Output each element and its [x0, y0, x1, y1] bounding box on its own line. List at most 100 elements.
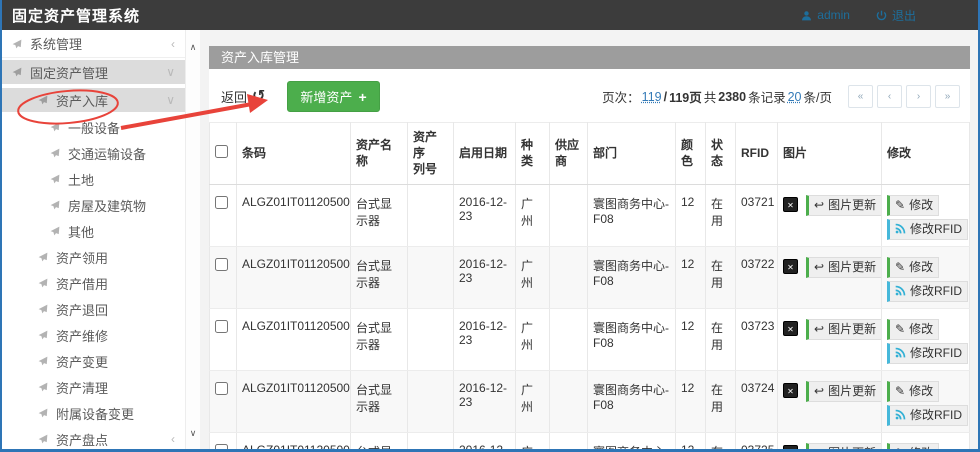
cell-category: 广州 [516, 246, 550, 308]
cell-department: 寰图商务中心-F08 [588, 370, 676, 432]
table-header-row: 条码 资产名称 资产序 列号 启用日期 种 类 供应 商 部门 颜 色 状 态 … [210, 123, 970, 185]
row-checkbox[interactable] [215, 382, 228, 395]
cell-status: 在用 [706, 308, 736, 370]
back-button[interactable]: 返回 ↺ [221, 87, 265, 106]
plus-icon: + [358, 90, 366, 104]
cell-edit: ✎ 修改 修改RFID [882, 184, 970, 246]
image-update-button[interactable]: ↩ 图片更新 [806, 381, 882, 402]
nav-arrow-icon [38, 252, 48, 262]
col-start-date: 启用日期 [454, 123, 516, 185]
edit-pencil-icon: ✎ [895, 447, 905, 449]
next-page-button[interactable]: › [906, 85, 931, 108]
row-checkbox[interactable] [215, 258, 228, 271]
cell-color: 12 [676, 370, 706, 432]
sidebar-item-asset-cleanup[interactable]: 资产清理 [2, 374, 185, 400]
nav-arrow-icon [50, 200, 60, 210]
cell-asset-name: 台式显示器 [351, 432, 408, 449]
prev-page-button[interactable]: ‹ [877, 85, 902, 108]
row-checkbox[interactable] [215, 444, 228, 449]
edit-pencil-icon: ✎ [895, 261, 905, 273]
cell-image: ✕ ↩ 图片更新 [778, 246, 882, 308]
sidebar-item-asset-inventory[interactable]: 资产盘点 ‹ [2, 426, 185, 449]
sidebar-item-asset-requisition[interactable]: 资产领用 [2, 244, 185, 270]
cell-image: ✕ ↩ 图片更新 [778, 184, 882, 246]
cell-status: 在用 [706, 370, 736, 432]
sidebar-item-transport-equipment[interactable]: 交通运输设备 [2, 140, 185, 166]
edit-pencil-icon: ✎ [895, 323, 905, 335]
edit-button[interactable]: ✎ 修改 [887, 381, 939, 402]
cell-asset-name: 台式显示器 [351, 370, 408, 432]
table-row: ALGZ01IT0112050017 台式显示器 2016-12-23 广州 寰… [210, 370, 970, 432]
row-checkbox[interactable] [215, 320, 228, 333]
cell-barcode: ALGZ01IT0112050017 [237, 370, 351, 432]
edit-button[interactable]: ✎ 修改 [887, 443, 939, 449]
sidebar-item-asset-inbound[interactable]: 资产入库 ∨ [2, 86, 185, 114]
power-icon [876, 10, 887, 21]
update-arrow-icon: ↩ [814, 261, 824, 273]
user-account-link[interactable]: admin [801, 8, 850, 22]
rfid-signal-icon [895, 409, 906, 422]
nav-arrow-icon [50, 148, 60, 158]
edit-rfid-button[interactable]: 修改RFID [887, 343, 968, 364]
cell-category: 广州 [516, 370, 550, 432]
broken-image-icon: ✕ [783, 383, 798, 398]
table-row: ALGZ01IT0112050014 台式显示器 2016-12-23 广州 寰… [210, 184, 970, 246]
header-checkbox-cell [210, 123, 237, 185]
col-barcode: 条码 [237, 123, 351, 185]
sidebar-item-buildings[interactable]: 房屋及建筑物 [2, 192, 185, 218]
edit-button[interactable]: ✎ 修改 [887, 319, 939, 340]
scroll-up-icon[interactable]: ∧ [186, 42, 200, 53]
logout-link[interactable]: 退出 [876, 7, 916, 24]
nav-arrow-icon [38, 330, 48, 340]
cell-supplier [550, 308, 588, 370]
sidebar-nav: 系统管理 ‹ 固定资产管理 ∨ 资产入库 ∨ 一般设备 [2, 30, 185, 449]
sidebar-item-asset-borrow[interactable]: 资产借用 [2, 270, 185, 296]
nav-arrow-icon [50, 174, 60, 184]
edit-rfid-button[interactable]: 修改RFID [887, 281, 968, 302]
sidebar-item-fixed-asset-management[interactable]: 固定资产管理 ∨ [2, 58, 185, 86]
logout-label: 退出 [892, 7, 916, 24]
last-page-button[interactable]: » [935, 85, 960, 108]
scroll-down-icon[interactable]: ∨ [186, 428, 200, 439]
chevron-left-icon: ‹ [171, 432, 175, 446]
col-status: 状 态 [706, 123, 736, 185]
image-update-button[interactable]: ↩ 图片更新 [806, 257, 882, 278]
image-update-button[interactable]: ↩ 图片更新 [806, 195, 882, 216]
cell-serial [408, 370, 454, 432]
rfid-signal-icon [895, 347, 906, 360]
sidebar-item-land[interactable]: 土地 [2, 166, 185, 192]
edit-rfid-button[interactable]: 修改RFID [887, 219, 968, 240]
page-size-suffix: 条/页 [804, 87, 832, 106]
cell-category: 广州 [516, 432, 550, 449]
nav-arrow-icon [38, 356, 48, 366]
edit-button[interactable]: ✎ 修改 [887, 195, 939, 216]
edit-pencil-icon: ✎ [895, 385, 905, 397]
edit-rfid-button[interactable]: 修改RFID [887, 405, 968, 426]
sidebar-item-asset-return[interactable]: 资产退回 [2, 296, 185, 322]
image-update-button[interactable]: ↩ 图片更新 [806, 319, 882, 340]
sidebar-item-system-management[interactable]: 系统管理 ‹ [2, 30, 185, 58]
nav-arrow-icon [38, 434, 48, 444]
cell-edit: ✎ 修改 修改RFID [882, 432, 970, 449]
cell-status: 在用 [706, 246, 736, 308]
select-all-checkbox[interactable] [215, 145, 228, 158]
current-page-link[interactable]: 119 [642, 90, 662, 104]
sidebar-item-other[interactable]: 其他 [2, 218, 185, 244]
sidebar-scrollbar[interactable]: ∧ ∨ [185, 30, 200, 449]
sidebar-item-attached-equipment-change[interactable]: 附属设备变更 [2, 400, 185, 426]
cell-start-date: 2016-12-23 [454, 246, 516, 308]
row-checkbox[interactable] [215, 196, 228, 209]
rfid-signal-icon [895, 223, 906, 236]
cell-checkbox [210, 246, 237, 308]
sidebar-item-asset-change[interactable]: 资产变更 [2, 348, 185, 374]
cell-department: 寰图商务中心-F08 [588, 432, 676, 449]
add-asset-button[interactable]: 新增资产 + [287, 81, 379, 112]
undo-icon: ↺ [252, 89, 265, 105]
sidebar-item-general-equipment[interactable]: 一般设备 [2, 114, 185, 140]
sidebar-item-asset-repair[interactable]: 资产维修 [2, 322, 185, 348]
image-update-button[interactable]: ↩ 图片更新 [806, 443, 882, 449]
first-page-button[interactable]: « [848, 85, 873, 108]
edit-button[interactable]: ✎ 修改 [887, 257, 939, 278]
page-size-link[interactable]: 20 [788, 90, 802, 104]
pager-buttons: « ‹ › » [848, 85, 960, 108]
